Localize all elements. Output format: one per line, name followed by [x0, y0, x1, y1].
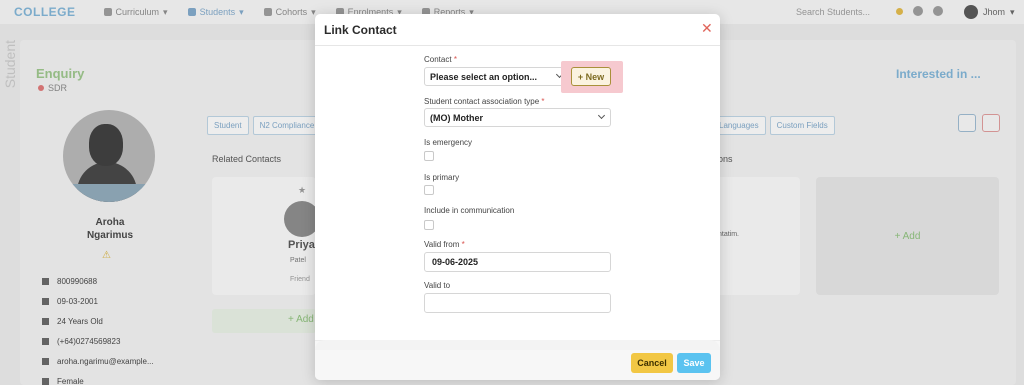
modal-header: Link Contact ✕ [315, 14, 720, 46]
link-contact-modal: Link Contact ✕ Contact * Please select a… [315, 14, 720, 380]
is-primary-checkbox[interactable] [424, 185, 434, 195]
footer-divider [315, 340, 720, 350]
save-button[interactable]: Save [677, 353, 711, 373]
cancel-button[interactable]: Cancel [631, 353, 673, 373]
is-emergency-label: Is emergency [424, 138, 473, 147]
new-contact-button[interactable]: + New [571, 67, 611, 86]
include-communication-label: Include in communication [424, 206, 515, 215]
new-button-highlight: + New [561, 61, 623, 93]
close-icon[interactable]: ✕ [701, 21, 713, 35]
valid-from-input[interactable]: 09-06-2025 [424, 252, 611, 272]
valid-to-label: Valid to [424, 281, 451, 290]
is-emergency-checkbox[interactable] [424, 151, 434, 161]
modal-title: Link Contact [324, 23, 397, 37]
contact-select[interactable]: Please select an option... [424, 67, 569, 86]
association-type-label: Student contact association type * [424, 97, 545, 106]
valid-from-label: Valid from * [424, 240, 465, 249]
valid-to-input[interactable] [424, 293, 611, 313]
chevron-down-icon [597, 111, 606, 120]
contact-label: Contact * [424, 55, 457, 64]
include-communication-checkbox[interactable] [424, 220, 434, 230]
association-type-select[interactable]: (MO) Mother [424, 108, 611, 127]
is-primary-label: Is primary [424, 173, 460, 182]
